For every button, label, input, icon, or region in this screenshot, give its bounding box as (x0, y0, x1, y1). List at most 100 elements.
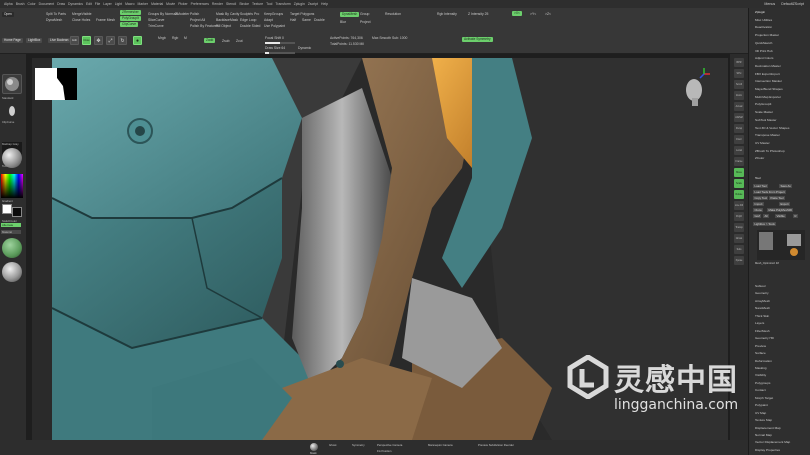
tool-subpanel-layers[interactable]: Layers (755, 321, 764, 325)
close-holes-button[interactable]: Close Holes (72, 18, 90, 22)
menu-item-stencil[interactable]: Stencil (226, 2, 236, 6)
tool-subpanel-displacement-map[interactable]: Displacement Map (755, 426, 781, 430)
menu-item-color[interactable]: Color (28, 2, 36, 6)
tool-subpanel-normal-map[interactable]: Normal Map (755, 433, 772, 437)
menu-item-texture[interactable]: Texture (252, 2, 263, 6)
sculptris-pro-button[interactable]: Sculptris Pro (240, 12, 259, 16)
double-sided-button[interactable]: Double Sided (240, 24, 260, 28)
m-button[interactable]: M (184, 36, 187, 40)
viewport-canvas[interactable] (32, 58, 728, 440)
material-toggle[interactable]: Material (1, 230, 21, 234)
zplugin-header[interactable]: Zplugin (755, 10, 765, 14)
zplugin-item[interactable]: Misc Utilities (755, 18, 772, 22)
tool-subpanel-polygroups[interactable]: Polygroups (755, 381, 770, 385)
tool-subpanel-morph-target[interactable]: Morph Target (755, 396, 773, 400)
default-zscript-button[interactable]: DefaultZScript (781, 2, 804, 6)
menu-item-file[interactable]: File (95, 2, 100, 6)
tool-button-make-polymesh3d[interactable]: Make PolyMesh3D (767, 208, 794, 212)
project-all-button[interactable]: Project All (190, 18, 205, 22)
zsub-button[interactable]: Zsub (222, 39, 230, 43)
alternate-toggle[interactable]: Alternate (1, 223, 21, 227)
focal-shift-slider[interactable] (265, 42, 295, 44)
menu-item-zplugin[interactable]: Zplugin (294, 2, 305, 6)
mrgb-button[interactable]: Mrgb (158, 36, 166, 40)
bottom-material-sphere[interactable] (310, 443, 318, 451)
edit-mode-button[interactable]: Edit (70, 36, 79, 45)
menu-item-brush[interactable]: Brush (16, 2, 25, 6)
menu-item-material[interactable]: Material (151, 2, 163, 6)
tool-button-copy-tool[interactable]: Copy Tool (753, 196, 769, 200)
canvas-rotate-button[interactable]: Rotate (734, 190, 744, 199)
menu-item-movie[interactable]: Movie (166, 2, 175, 6)
brush-thumbnail[interactable] (2, 74, 22, 94)
z-symmetry-button[interactable]: >Z< (545, 12, 551, 16)
double-button[interactable]: Double (314, 18, 325, 22)
matcap-green-sphere[interactable] (2, 238, 22, 258)
zcut-button[interactable]: Zcut (236, 39, 243, 43)
tool-subpanel-surface[interactable]: Surface (755, 351, 766, 355)
zplugin-item[interactable]: SubTool Master (755, 118, 777, 122)
polish-button[interactable]: Polish (190, 12, 199, 16)
canvas-ghost-button[interactable]: Ghost (734, 234, 744, 243)
tool-button-export[interactable]: Export (779, 202, 791, 206)
groups-by-normals-button[interactable]: Groups By Normals (148, 12, 178, 16)
tool-subpanel-display-properties[interactable]: Display Properties (755, 448, 780, 452)
menu-item-document[interactable]: Document (39, 2, 54, 6)
reference-image[interactable] (35, 68, 77, 100)
tool-subpanel-masking[interactable]: Masking (755, 366, 767, 370)
tool-button-load-tool[interactable]: Load Tool (753, 184, 769, 188)
canvas-aahalf-button[interactable]: AAHalf (734, 113, 744, 122)
zplugin-item[interactable]: Multi Map Exporter (755, 95, 781, 99)
draw-mode-button[interactable]: Draw (82, 36, 91, 45)
canvas-floor-button[interactable]: Floor (734, 135, 744, 144)
canvas-line-fill-button[interactable]: Line Fill (734, 201, 744, 210)
group-button[interactable]: Group (360, 12, 369, 16)
menu-item-help[interactable]: Help (321, 2, 328, 6)
frame-mesh-button[interactable]: Frame Mesh (96, 18, 115, 22)
zplugin-item[interactable]: Text 3D & Vector Shapes (755, 126, 789, 130)
move-mode-button[interactable]: ✥ (94, 36, 103, 45)
tool-subpanel-texture-map[interactable]: Texture Map (755, 418, 772, 422)
tool-subpanel-geometry-hd[interactable]: Geometry HD (755, 336, 774, 340)
trim-curve-button[interactable]: TrimCurve (148, 24, 164, 28)
zmodeler-button[interactable]: ZModeler (175, 12, 189, 16)
zplugin-item[interactable]: ZBrush To Photoshop (755, 149, 785, 153)
canvas-zoom-button[interactable]: Zoom (734, 91, 744, 100)
canvas-move-button[interactable]: Move (734, 168, 744, 177)
tool-subpanel-polypaint[interactable]: Polypaint (755, 403, 768, 407)
bottom-preview-subdivision-label[interactable]: Preview Subdivision Reorder (478, 443, 514, 447)
half-button[interactable]: Half (290, 18, 296, 22)
stroke-thumbnail[interactable] (5, 102, 19, 118)
blur-button[interactable]: Blur (340, 20, 346, 24)
tool-button-goz[interactable]: GoZ (753, 214, 762, 218)
menu-item-zscript[interactable]: Zscript (308, 2, 318, 6)
zadd-button[interactable]: Zadd (204, 38, 216, 43)
lightbox-button[interactable]: LightBox (26, 38, 43, 43)
bottom-perspective-camera-label[interactable]: Perspective Camera (377, 443, 402, 447)
canvas-persp-button[interactable]: Persp (734, 124, 744, 133)
y-symmetry-button[interactable]: >Y< (530, 12, 536, 16)
tool-button-import[interactable]: Import (753, 202, 764, 206)
same-button[interactable]: Same (302, 18, 311, 22)
tool-button-paste-tool[interactable]: Paste Tool (769, 196, 786, 200)
home-page-button[interactable]: Home Page (2, 38, 23, 43)
split-to-parts-button[interactable]: Split To Parts (46, 12, 66, 16)
dynamesh-button[interactable]: DynaMesh (340, 12, 360, 17)
zplugin-item[interactable]: Scale Master (755, 110, 773, 114)
live-boolean-button[interactable]: Live Boolean (48, 38, 71, 43)
menu-item-picker[interactable]: Picker (178, 2, 187, 6)
zplugin-item[interactable]: Transpose Master (755, 133, 780, 137)
canvas-polyf-button[interactable]: PolyF (734, 212, 744, 221)
tool-subpanel-preview[interactable]: Preview (755, 344, 766, 348)
zplugin-item[interactable]: ZColor (755, 156, 764, 160)
clip-curve-shelf-button[interactable]: ClipCurve (120, 22, 138, 27)
tool-button-clone[interactable]: Clone (753, 208, 764, 212)
canvas-transp-button[interactable]: Transp (734, 223, 744, 232)
canvas-frame-button[interactable]: Frame (734, 157, 744, 166)
menu-item-render[interactable]: Render (212, 2, 223, 6)
tool-thumbnails[interactable] (757, 230, 805, 260)
tool-palette-header[interactable]: Tool (755, 176, 761, 180)
color-picker[interactable] (1, 174, 23, 198)
tool-button-load-tools-from-project[interactable]: Load Tools From Project (753, 190, 787, 194)
menu-item-layer[interactable]: Layer (103, 2, 111, 6)
